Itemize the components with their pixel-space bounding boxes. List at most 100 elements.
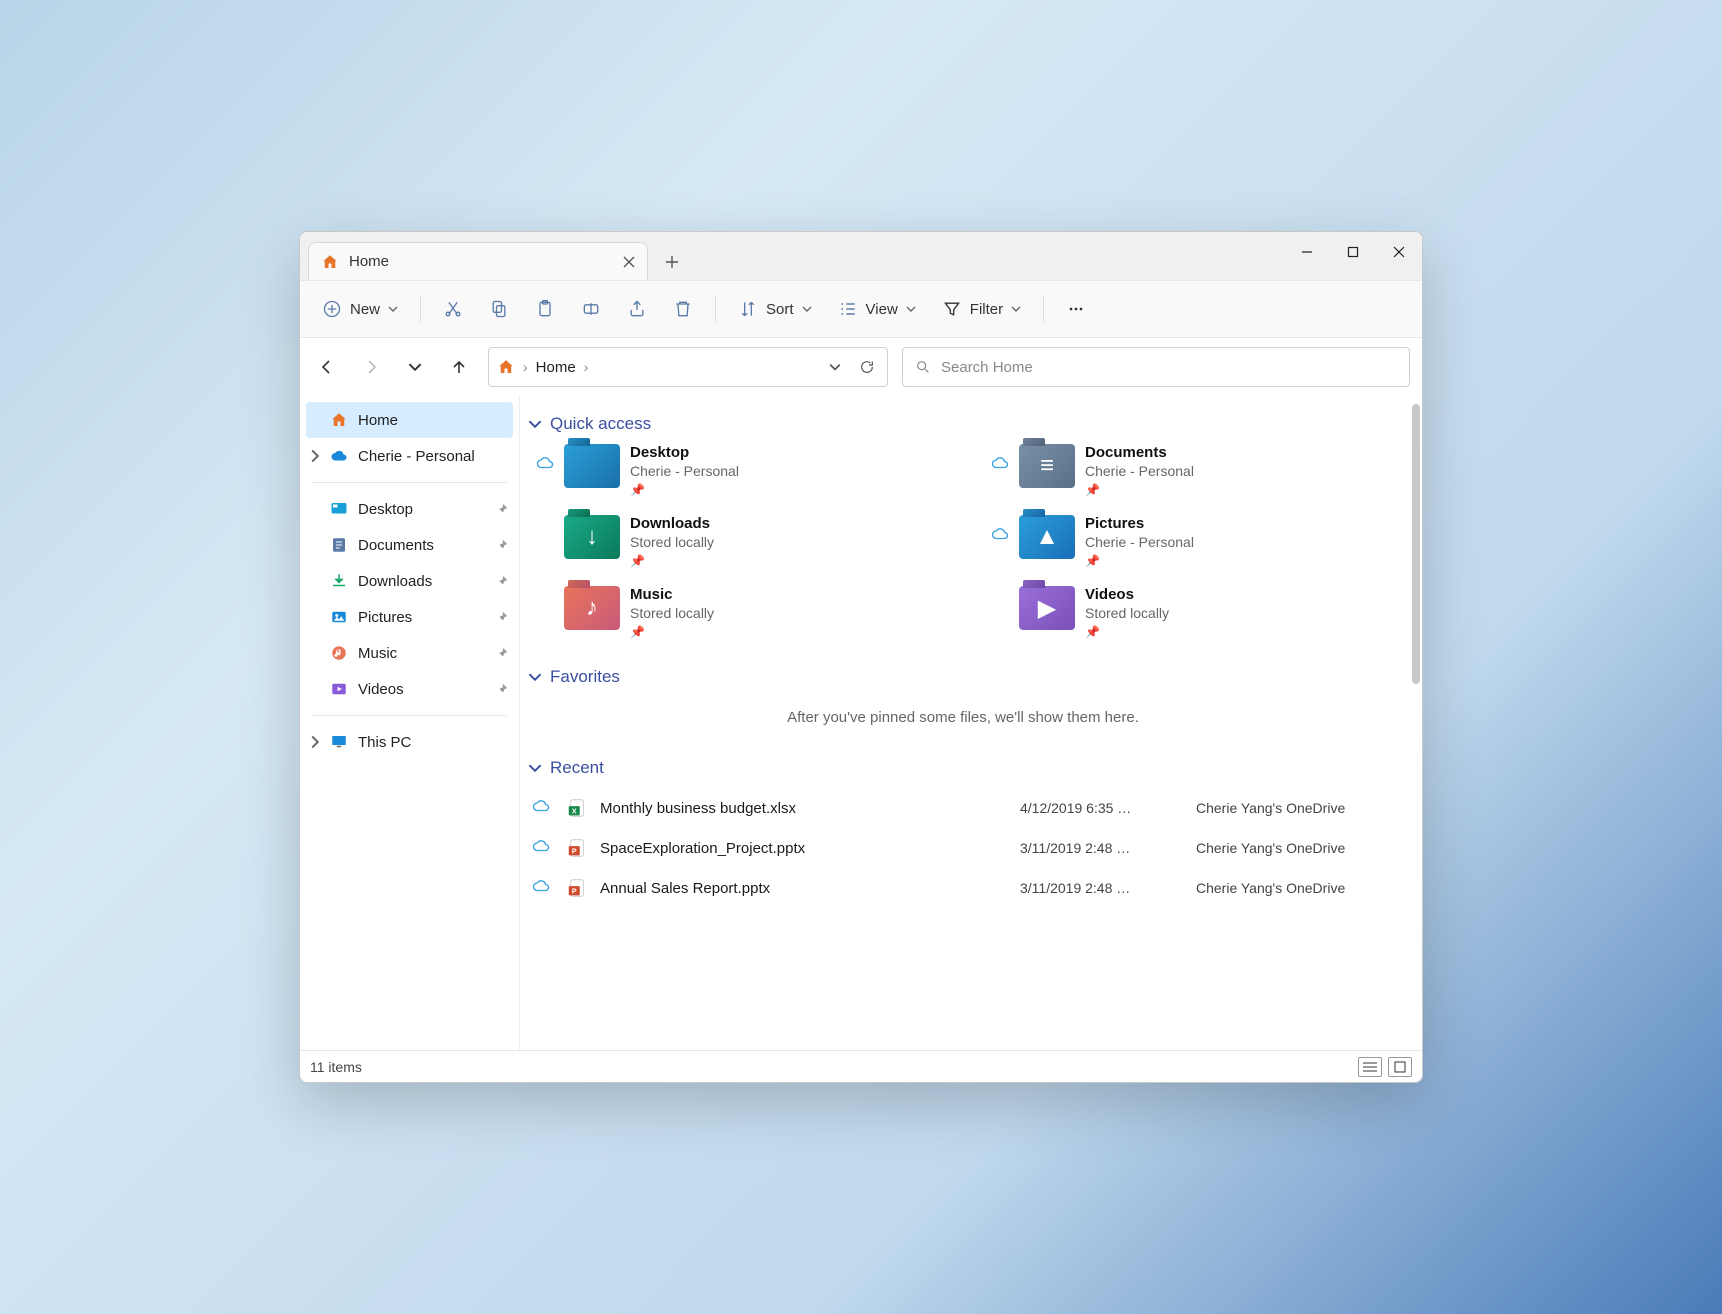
pin-icon: 📌	[1085, 552, 1194, 568]
sidebar-item-onedrive[interactable]: Cherie - Personal	[300, 438, 519, 474]
quick-access-pictures[interactable]: ▲ Pictures Cherie - Personal 📌	[991, 515, 1406, 568]
more-icon	[1066, 299, 1086, 319]
cloud-icon	[536, 515, 554, 527]
tab-home[interactable]: Home	[308, 242, 648, 280]
sidebar-item-pictures[interactable]: Pictures	[300, 599, 519, 635]
folder-icon	[564, 444, 620, 488]
svg-text:P: P	[572, 887, 577, 896]
copy-icon	[489, 299, 509, 319]
up-button[interactable]	[444, 352, 474, 382]
pin-icon: 📌	[630, 623, 714, 639]
cloud-icon	[330, 447, 348, 465]
file-icon: X	[566, 797, 588, 819]
view-button[interactable]: View	[828, 291, 926, 327]
back-button[interactable]	[312, 352, 342, 382]
folder-icon: ♪	[564, 586, 620, 630]
sidebar-item-documents[interactable]: Documents	[300, 527, 519, 563]
cloud-icon	[991, 515, 1009, 544]
folder-icon: ▲	[1019, 515, 1075, 559]
search-bar[interactable]	[902, 347, 1410, 387]
cloud-icon	[532, 839, 560, 857]
new-tab-button[interactable]	[652, 244, 692, 280]
quick-access-downloads[interactable]: ↓ Downloads Stored locally 📌	[536, 515, 951, 568]
sidebar: Home Cherie - Personal Desktop Documents…	[300, 396, 520, 1050]
cloud-icon	[536, 586, 554, 598]
forward-button[interactable]	[356, 352, 386, 382]
folder-icon	[330, 572, 348, 590]
breadcrumb-location[interactable]: Home	[536, 359, 576, 376]
chevron-down-icon	[528, 670, 542, 684]
sidebar-divider	[312, 482, 507, 483]
file-name: SpaceExploration_Project.pptx	[600, 840, 1014, 857]
sidebar-item-home[interactable]: Home	[306, 402, 513, 438]
section-quick-access[interactable]: Quick access	[520, 406, 1406, 444]
share-button[interactable]	[617, 291, 657, 327]
delete-button[interactable]	[663, 291, 703, 327]
cloud-icon	[536, 444, 554, 473]
body: Home Cherie - Personal Desktop Documents…	[300, 396, 1422, 1050]
cut-button[interactable]	[433, 291, 473, 327]
sidebar-item-music[interactable]: Music	[300, 635, 519, 671]
sort-icon	[738, 299, 758, 319]
trash-icon	[673, 299, 693, 319]
sort-button[interactable]: Sort	[728, 291, 822, 327]
search-input[interactable]	[941, 359, 1397, 376]
pin-icon	[495, 682, 509, 696]
folder-icon	[330, 536, 348, 554]
sidebar-item-desktop[interactable]: Desktop	[300, 491, 519, 527]
quick-access-music[interactable]: ♪ Music Stored locally 📌	[536, 586, 951, 639]
folder-icon	[330, 644, 348, 662]
recent-file[interactable]: P Annual Sales Report.pptx 3/11/2019 2:4…	[520, 868, 1406, 908]
toolbar: New Sort View Filter	[300, 280, 1422, 338]
chevron-right-icon[interactable]	[308, 449, 322, 463]
quick-access-desktop[interactable]: Desktop Cherie - Personal 📌	[536, 444, 951, 497]
chevron-right-icon[interactable]	[308, 735, 322, 749]
pin-icon	[495, 502, 509, 516]
paste-button[interactable]	[525, 291, 565, 327]
section-favorites[interactable]: Favorites	[520, 659, 1406, 697]
refresh-button[interactable]	[855, 355, 879, 379]
navigation-row: › Home ›	[300, 338, 1422, 396]
recent-locations-button[interactable]	[400, 352, 430, 382]
copy-button[interactable]	[479, 291, 519, 327]
cloud-icon	[991, 444, 1009, 473]
filter-button[interactable]: Filter	[932, 291, 1031, 327]
svg-text:X: X	[572, 807, 577, 816]
close-tab-icon[interactable]	[623, 256, 635, 268]
pin-icon	[495, 610, 509, 624]
pin-icon	[495, 574, 509, 588]
recent-file[interactable]: X Monthly business budget.xlsx 4/12/2019…	[520, 788, 1406, 828]
separator	[420, 295, 421, 323]
section-recent[interactable]: Recent	[520, 750, 1406, 788]
rename-button[interactable]	[571, 291, 611, 327]
sidebar-item-videos[interactable]: Videos	[300, 671, 519, 707]
recent-file[interactable]: P SpaceExploration_Project.pptx 3/11/201…	[520, 828, 1406, 868]
details-view-button[interactable]	[1358, 1057, 1382, 1077]
file-explorer-window: Home New Sort	[299, 231, 1423, 1083]
folder-icon: ↓	[564, 515, 620, 559]
file-location: Cherie Yang's OneDrive	[1196, 800, 1406, 816]
address-bar[interactable]: › Home ›	[488, 347, 888, 387]
quick-access-videos[interactable]: ▶ Videos Stored locally 📌	[991, 586, 1406, 639]
pin-icon: 📌	[630, 552, 714, 568]
scrollbar-thumb[interactable]	[1412, 404, 1420, 684]
new-button[interactable]: New	[312, 291, 408, 327]
item-count: 11 items	[310, 1059, 362, 1075]
rename-icon	[581, 299, 601, 319]
separator	[715, 295, 716, 323]
thumbnails-view-button[interactable]	[1388, 1057, 1412, 1077]
pin-icon	[495, 538, 509, 552]
folder-icon	[330, 500, 348, 518]
more-button[interactable]	[1056, 291, 1096, 327]
sidebar-item-downloads[interactable]: Downloads	[300, 563, 519, 599]
minimize-button[interactable]	[1284, 232, 1330, 272]
view-icon	[838, 299, 858, 319]
maximize-button[interactable]	[1330, 232, 1376, 272]
share-icon	[627, 299, 647, 319]
sidebar-item-this-pc[interactable]: This PC	[300, 724, 519, 760]
address-dropdown-button[interactable]	[823, 355, 847, 379]
close-window-button[interactable]	[1376, 232, 1422, 272]
pin-icon: 📌	[630, 481, 739, 497]
quick-access-documents[interactable]: ≡ Documents Cherie - Personal 📌	[991, 444, 1406, 497]
titlebar: Home	[300, 232, 1422, 280]
